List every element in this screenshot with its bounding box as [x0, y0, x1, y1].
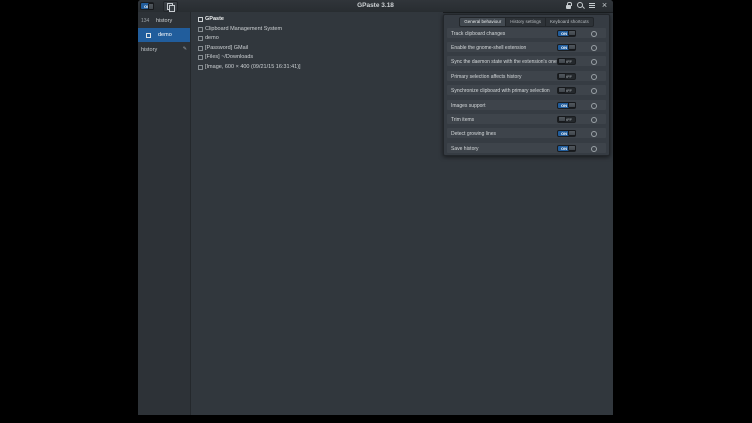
setting-label: Detect growing lines	[451, 131, 496, 137]
reset-setting-icon[interactable]	[591, 131, 597, 137]
item-icon	[198, 27, 203, 32]
clipboard-item[interactable]: Clipboard Management System	[191, 24, 443, 33]
item-icon	[198, 55, 203, 60]
switch-track-clipboard-changes[interactable]: ON	[557, 30, 576, 37]
new-history-value: history	[141, 47, 157, 53]
new-history-entry[interactable]: history ✎	[138, 43, 190, 55]
switch-images-support[interactable]: ON	[557, 102, 576, 109]
switch-knob	[568, 30, 576, 36]
reset-setting-icon[interactable]	[591, 74, 597, 80]
switch-enable-gnome-shell-extension[interactable]: ON	[557, 44, 576, 51]
history-count: 134	[141, 18, 149, 24]
clipboard-items-list: GPaste Clipboard Management System demo …	[191, 12, 443, 415]
switch-label: ON	[561, 31, 567, 36]
switch-label: ON	[561, 146, 567, 151]
switch-label: ON	[561, 45, 567, 50]
tab-history-settings[interactable]: History settings	[506, 17, 546, 27]
history-row-history[interactable]: 134 history	[138, 14, 190, 27]
setting-row-sync-daemon-state: Sync the daemon state with the extension…	[447, 56, 606, 66]
clipboard-item[interactable]: GPaste	[191, 14, 443, 23]
setting-label: Images support	[451, 103, 485, 109]
desktop: { "window": { "title": "GPaste 3.18" }, …	[0, 0, 752, 423]
setting-row-enable-gnome-shell-extension: Enable the gnome-shell extension ON	[447, 42, 606, 52]
setting-label: Enable the gnome-shell extension	[451, 45, 526, 51]
switch-save-history[interactable]: ON	[557, 145, 576, 152]
switch-knob	[558, 73, 566, 79]
reset-setting-icon[interactable]	[591, 146, 597, 152]
history-row-demo[interactable]: demo	[138, 28, 190, 42]
switch-knob	[558, 58, 566, 64]
item-text: GPaste	[205, 16, 224, 22]
setting-row-detect-growing-lines: Detect growing lines ON	[447, 128, 606, 138]
reset-setting-icon[interactable]	[591, 117, 597, 123]
clipboard-item[interactable]: [Image, 600 × 400 (09/21/15 16:31:41)]	[191, 62, 443, 71]
switch-label: ON	[561, 131, 567, 136]
setting-row-track-clipboard-changes: Track clipboard changes ON	[447, 28, 606, 38]
edit-icon: ✎	[183, 46, 187, 52]
setting-row-images-support: Images support ON	[447, 100, 606, 110]
gpaste-window: ON GPaste 3.18 × 134 history demo histor…	[138, 0, 613, 415]
switch-sync-daemon-state[interactable]: OFF	[557, 58, 576, 65]
clipboard-item[interactable]: demo	[191, 33, 443, 42]
item-text: demo	[205, 35, 219, 41]
lock-icon[interactable]	[564, 1, 573, 10]
item-text: Clipboard Management System	[205, 26, 282, 32]
item-text: [Password] GMail	[205, 45, 248, 51]
reset-setting-icon[interactable]	[591, 88, 597, 94]
close-icon[interactable]: ×	[600, 1, 609, 10]
history-name: demo	[158, 32, 172, 38]
menu-icon[interactable]	[588, 1, 597, 10]
setting-row-save-history: Save history ON	[447, 143, 606, 153]
window-title: GPaste 3.18	[138, 2, 613, 9]
switch-label: ON	[561, 103, 567, 108]
setting-label: Sync the daemon state with the extension…	[451, 59, 557, 65]
setting-row-primary-selection-affects-history: Primary selection affects history OFF	[447, 71, 606, 81]
item-icon	[198, 65, 203, 70]
setting-row-synchronize-clipboard-primary: Synchronize clipboard with primary selec…	[447, 85, 606, 95]
clipboard-item[interactable]: [Files] ~/Downloads	[191, 52, 443, 61]
setting-label: Synchronize clipboard with primary selec…	[451, 88, 550, 94]
switch-knob	[568, 102, 576, 108]
search-icon[interactable]	[576, 1, 585, 10]
switch-knob	[568, 145, 576, 151]
setting-label: Track clipboard changes	[451, 31, 505, 37]
history-name: history	[156, 18, 172, 24]
item-icon	[198, 17, 203, 22]
item-icon	[198, 46, 203, 51]
item-text: [Files] ~/Downloads	[205, 54, 253, 60]
settings-tabs: General behaviour History settings Keybo…	[444, 17, 609, 27]
switch-primary-selection-affects-history[interactable]: OFF	[557, 73, 576, 80]
switch-knob	[558, 116, 566, 122]
switch-detect-growing-lines[interactable]: ON	[557, 130, 576, 137]
item-text: [Image, 600 × 400 (09/21/15 16:31:41)]	[205, 64, 301, 70]
reset-setting-icon[interactable]	[591, 59, 597, 65]
switch-knob	[568, 130, 576, 136]
reset-setting-icon[interactable]	[591, 31, 597, 37]
setting-label: Save history	[451, 146, 479, 152]
setting-label: Trim items	[451, 117, 474, 123]
switch-knob	[558, 87, 566, 93]
reset-setting-icon[interactable]	[591, 103, 597, 109]
switch-trim-items[interactable]: OFF	[557, 116, 576, 123]
item-icon	[198, 36, 203, 41]
histories-sidebar: 134 history demo history ✎	[138, 12, 191, 415]
switch-knob	[568, 44, 576, 50]
history-icon	[146, 33, 151, 38]
setting-label: Primary selection affects history	[451, 74, 522, 80]
clipboard-item[interactable]: [Password] GMail	[191, 43, 443, 52]
setting-row-trim-items: Trim items OFF	[447, 114, 606, 124]
reset-setting-icon[interactable]	[591, 45, 597, 51]
tab-keyboard-shortcuts[interactable]: Keyboard shortcuts	[546, 17, 594, 27]
settings-panel: General behaviour History settings Keybo…	[443, 14, 610, 156]
tab-general-behaviour[interactable]: General behaviour	[459, 17, 506, 27]
switch-synchronize-clipboard-primary[interactable]: OFF	[557, 87, 576, 94]
